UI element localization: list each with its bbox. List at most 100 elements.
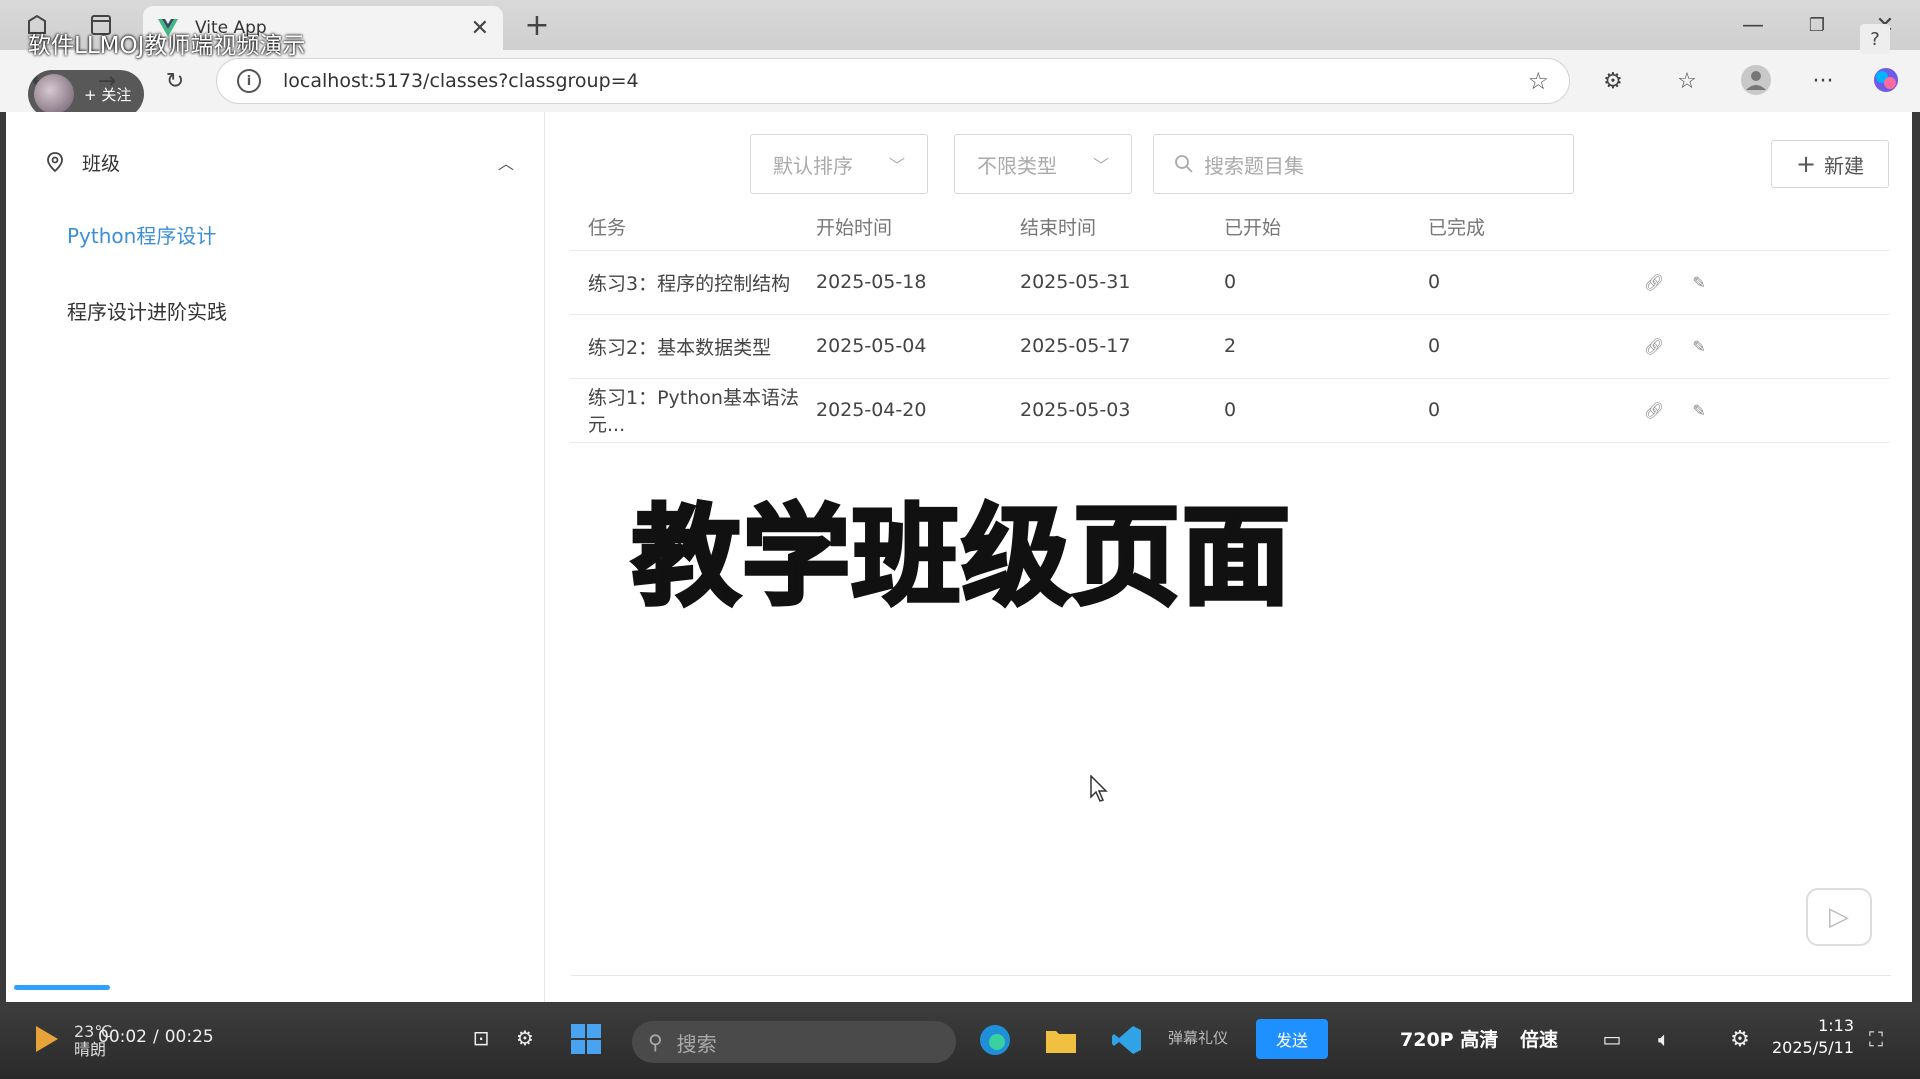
- edit-icon[interactable]: ✎: [1692, 273, 1705, 292]
- search-placeholder: 搜索题目集: [1204, 153, 1304, 178]
- speed-selector[interactable]: 倍速: [1520, 1025, 1558, 1052]
- url-text: localhost:5173/classes?classgroup=4: [283, 70, 639, 92]
- playback-time: 00:02 / 00:25: [98, 1027, 214, 1047]
- row-actions: 🔗︎ ✎: [1643, 250, 1890, 315]
- volume-icon[interactable]: 🔈︎: [1648, 1023, 1680, 1055]
- favorites-icon[interactable]: ☆: [1670, 64, 1704, 98]
- taskbar-search-placeholder: 搜索: [676, 1031, 717, 1056]
- video-title: 软件LLMOJ教师端视频演示: [28, 33, 306, 59]
- player-taskbar: 23℃ 晴朗 00:02 / 00:25 ⊡ ⚙ ⚲ 搜索 弹幕礼仪 发送 72…: [0, 1003, 1920, 1079]
- task-start: 2025-05-18: [815, 250, 1019, 315]
- system-clock: 1:13 2025/5/11: [1772, 1015, 1854, 1059]
- windows-start-icon[interactable]: [566, 1019, 606, 1059]
- task-done: 0: [1427, 250, 1643, 315]
- new-button[interactable]: + 新建: [1771, 140, 1889, 188]
- task-end: 2025-05-03: [1019, 378, 1223, 443]
- task-done: 0: [1427, 314, 1643, 379]
- search-icon: [1175, 155, 1193, 173]
- vscode-icon[interactable]: [1106, 1019, 1148, 1061]
- task-end: 2025-05-17: [1019, 314, 1223, 379]
- class-group-header[interactable]: 班级 ︿: [44, 142, 514, 182]
- task-name[interactable]: 练习1：Python基本语法元...: [570, 378, 815, 443]
- type-select[interactable]: 不限类型 ﹀: [954, 134, 1132, 194]
- sort-select[interactable]: 默认排序 ﹀: [750, 134, 928, 194]
- class-group-label: 班级: [82, 152, 121, 175]
- edit-icon[interactable]: ✎: [1692, 401, 1705, 420]
- content-divider: [571, 975, 1891, 976]
- task-end: 2025-05-31: [1019, 250, 1223, 315]
- danmaku-settings-icon[interactable]: ⚙: [510, 1023, 540, 1053]
- new-button-label: 新建: [1824, 153, 1865, 178]
- current-time: 00:02: [98, 1027, 147, 1047]
- location-pin-icon: [47, 152, 63, 173]
- extensions-icon[interactable]: ⚙: [1596, 64, 1630, 98]
- help-icon[interactable]: ?: [1860, 24, 1890, 54]
- fullscreen-icon[interactable]: ⛶: [1860, 1023, 1892, 1055]
- task-start: 2025-04-20: [815, 378, 1019, 443]
- chevron-up-icon[interactable]: ︿: [498, 150, 514, 174]
- tv-icon[interactable]: ▷: [1806, 888, 1872, 946]
- task-started: 0: [1223, 378, 1427, 443]
- sort-select-value: 默认排序: [773, 153, 853, 178]
- link-icon[interactable]: 🔗︎: [1644, 401, 1664, 420]
- uploader-avatar[interactable]: [34, 74, 74, 114]
- duration: 00:25: [164, 1027, 214, 1047]
- chevron-down-icon: ﹀: [1092, 156, 1109, 175]
- plus-icon: +: [1795, 150, 1817, 178]
- quality-selector[interactable]: 720P 高清: [1400, 1025, 1498, 1052]
- col-start: 开始时间: [815, 204, 1019, 251]
- row-actions: 🔗︎ ✎: [1643, 378, 1890, 443]
- search-icon: ⚲: [648, 1030, 663, 1054]
- clock-date: 2025/5/11: [1772, 1038, 1855, 1057]
- col-end: 结束时间: [1019, 204, 1223, 251]
- address-bar[interactable]: i localhost:5173/classes?classgroup=4 ☆: [216, 58, 1570, 104]
- task-name[interactable]: 练习3：程序的控制结构: [570, 250, 815, 315]
- col-task: 任务: [570, 204, 815, 251]
- sidebar-item-python[interactable]: Python程序设计: [67, 220, 216, 249]
- search-input[interactable]: 搜索题目集: [1153, 134, 1574, 194]
- table-row[interactable]: 练习2：基本数据类型 2025-05-04 2025-05-17 2 0 🔗︎ ✎: [570, 314, 1890, 379]
- type-select-value: 不限类型: [977, 153, 1057, 178]
- col-done: 已完成: [1427, 204, 1643, 251]
- chevron-down-icon: ﹀: [888, 156, 905, 175]
- close-tab-icon[interactable]: ✕: [471, 16, 489, 41]
- copilot-icon[interactable]: [1868, 62, 1904, 98]
- row-actions: 🔗︎ ✎: [1643, 314, 1890, 379]
- danmaku-toggle-icon[interactable]: ⊡: [466, 1023, 496, 1053]
- play-button[interactable]: [28, 1021, 64, 1057]
- site-info-icon[interactable]: i: [237, 69, 261, 93]
- restore-icon[interactable]: ❐: [1800, 8, 1834, 42]
- more-menu-icon[interactable]: ···: [1806, 64, 1840, 98]
- subtitle-icon[interactable]: ▭: [1596, 1023, 1628, 1055]
- file-explorer-icon[interactable]: [1040, 1019, 1082, 1061]
- task-started: 2: [1223, 314, 1427, 379]
- link-icon[interactable]: 🔗︎: [1644, 273, 1664, 292]
- minimize-icon[interactable]: —: [1736, 8, 1770, 42]
- video-caption: 教学班级页面: [630, 493, 1293, 622]
- danmaku-input-hint[interactable]: 弹幕礼仪: [1168, 1027, 1228, 1048]
- settings-icon[interactable]: ⚙: [1724, 1023, 1756, 1055]
- table-header-row: 任务 开始时间 结束时间 已开始 已完成: [570, 204, 1890, 251]
- edit-icon[interactable]: ✎: [1692, 337, 1705, 356]
- sidebar-item-advanced[interactable]: 程序设计进阶实践: [67, 296, 227, 325]
- favorite-star-icon[interactable]: ☆: [1527, 67, 1549, 95]
- table-row[interactable]: 练习3：程序的控制结构 2025-05-18 2025-05-31 0 0 🔗︎…: [570, 250, 1890, 315]
- follow-label: + 关注: [84, 85, 132, 104]
- table-row[interactable]: 练习1：Python基本语法元... 2025-04-20 2025-05-03…: [570, 378, 1890, 443]
- video-progress-bar[interactable]: [14, 985, 110, 990]
- send-button[interactable]: 发送: [1256, 1019, 1328, 1059]
- mouse-cursor-icon: [1090, 775, 1108, 802]
- edge-icon[interactable]: [974, 1019, 1016, 1061]
- task-start: 2025-05-04: [815, 314, 1019, 379]
- link-icon[interactable]: 🔗︎: [1644, 337, 1664, 356]
- task-done: 0: [1427, 378, 1643, 443]
- taskbar-search[interactable]: ⚲ 搜索: [632, 1021, 956, 1063]
- follow-button[interactable]: + 关注: [28, 70, 144, 118]
- task-started: 0: [1223, 250, 1427, 315]
- time-separator: /: [153, 1027, 159, 1047]
- new-tab-icon[interactable]: +: [520, 8, 554, 43]
- task-name[interactable]: 练习2：基本数据类型: [570, 314, 815, 379]
- reload-icon[interactable]: ↻: [158, 64, 192, 98]
- task-table: 任务 开始时间 结束时间 已开始 已完成 练习3：程序的控制结构 2025-05…: [570, 204, 1890, 443]
- profile-avatar-icon[interactable]: [1738, 62, 1774, 98]
